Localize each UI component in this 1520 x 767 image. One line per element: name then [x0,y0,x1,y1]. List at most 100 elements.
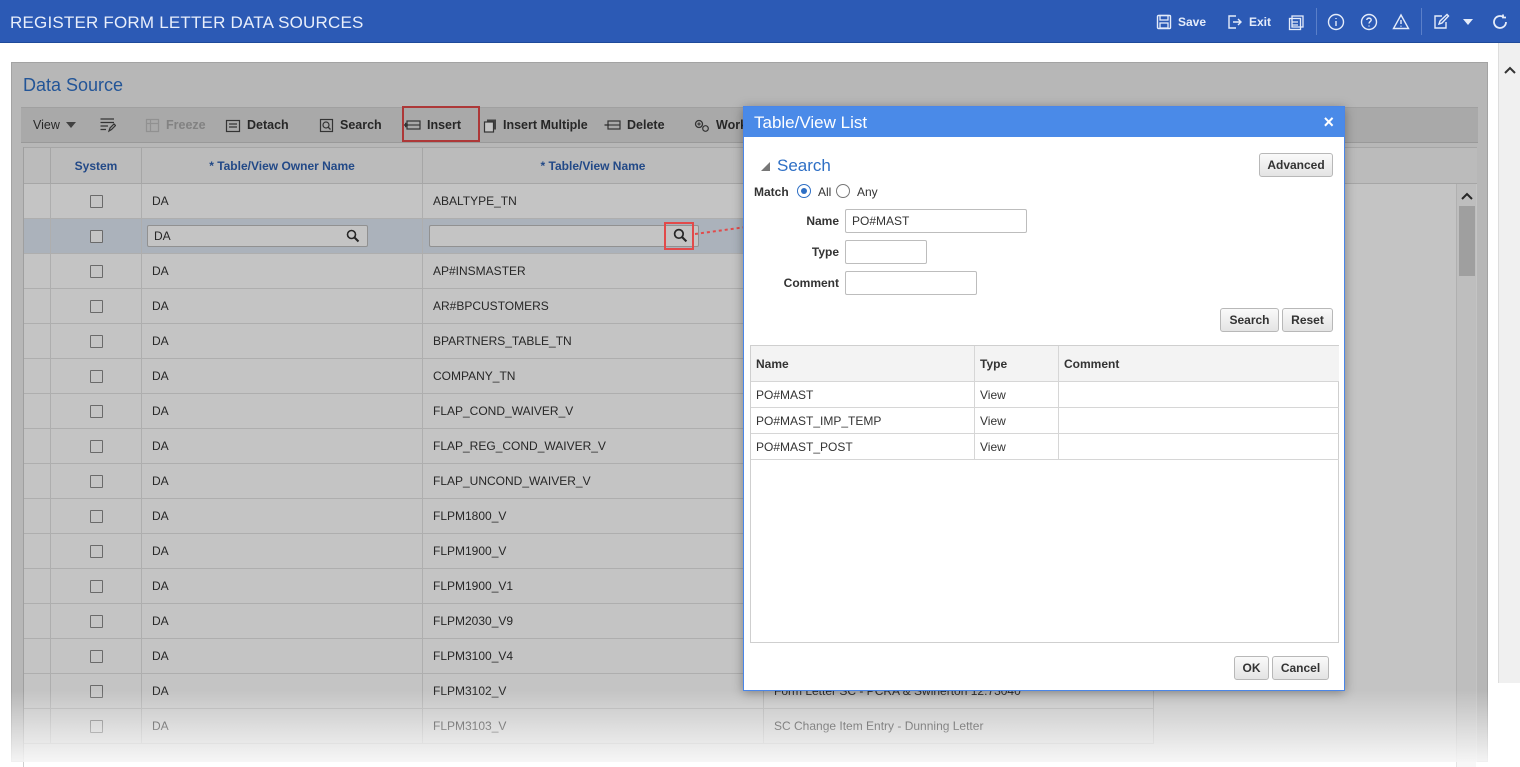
name-cell[interactable]: BPARTNERS_TABLE_TN [423,324,764,358]
detach-button[interactable]: Detach [225,108,289,142]
search-button[interactable]: Search [319,108,382,142]
results-header-name[interactable]: Name [751,346,975,382]
owner-cell[interactable]: DA [142,534,423,568]
scroll-up-icon[interactable] [1504,65,1516,75]
row-selector[interactable] [24,184,51,218]
system-checkbox[interactable] [89,334,103,348]
comment-cell[interactable]: SC Change Item Entry - Dunning Letter [764,709,1154,743]
column-header-owner[interactable]: * Table/View Owner Name [142,148,423,184]
row-selector[interactable] [24,394,51,428]
system-checkbox[interactable] [89,369,103,383]
owner-cell[interactable]: DA [142,639,423,673]
results-header-comment[interactable]: Comment [1059,346,1339,382]
owner-cell[interactable]: DA [142,289,423,323]
table-name-input[interactable] [429,225,699,247]
row-selector[interactable] [24,674,51,708]
search-section-toggle[interactable]: Search [760,156,831,176]
row-selector[interactable] [24,499,51,533]
owner-cell[interactable]: DA [142,499,423,533]
result-row[interactable]: PO#MAST View [751,382,1339,408]
owner-cell[interactable]: DA [142,254,423,288]
results-header-type[interactable]: Type [975,346,1059,382]
grid-scrollbar[interactable] [1456,184,1476,767]
owner-cell[interactable]: DA [142,604,423,638]
comment-field[interactable] [845,271,977,295]
system-checkbox[interactable] [89,229,103,243]
row-selector[interactable] [24,359,51,393]
name-cell[interactable]: FLAP_COND_WAIVER_V [423,394,764,428]
name-cell[interactable]: FLAP_REG_COND_WAIVER_V [423,429,764,463]
exit-button[interactable]: Exit [1227,12,1271,32]
system-checkbox[interactable] [89,614,103,628]
owner-cell[interactable]: DA [142,429,423,463]
system-checkbox[interactable] [89,684,103,698]
system-checkbox[interactable] [89,439,103,453]
warning-icon[interactable] [1391,12,1411,32]
insert-multiple-button[interactable]: Insert Multiple [483,108,588,142]
system-checkbox[interactable] [89,579,103,593]
result-row[interactable]: PO#MAST_POST View [751,434,1339,460]
freeze-button[interactable]: Freeze [145,108,206,142]
name-field[interactable]: PO#MAST [845,209,1027,233]
system-checkbox[interactable] [89,544,103,558]
ok-button[interactable]: OK [1234,656,1269,680]
name-cell[interactable]: FLPM1900_V1 [423,569,764,603]
owner-cell[interactable]: DA [142,569,423,603]
close-icon[interactable]: × [1323,112,1334,133]
row-selector[interactable] [24,254,51,288]
edit-icon[interactable] [1431,12,1451,32]
system-checkbox[interactable] [89,649,103,663]
row-selector[interactable] [24,569,51,603]
refresh-icon[interactable] [1490,12,1510,32]
cancel-button[interactable]: Cancel [1272,656,1329,680]
chevron-down-icon[interactable] [1458,12,1478,32]
delete-button[interactable]: Delete [604,108,665,142]
row-selector[interactable] [24,324,51,358]
save-button[interactable]: Save [1156,12,1206,32]
match-all-radio[interactable] [797,184,811,198]
name-cell[interactable]: FLPM1800_V [423,499,764,533]
row-selector[interactable] [24,289,51,323]
owner-cell[interactable]: DA [142,464,423,498]
row-selector[interactable] [24,534,51,568]
owner-cell[interactable]: DA [142,394,423,428]
format-button[interactable] [99,108,116,142]
view-menu[interactable]: View [33,108,76,142]
system-checkbox[interactable] [89,264,103,278]
reports-icon[interactable] [1286,12,1306,32]
name-cell[interactable]: AP#INSMASTER [423,254,764,288]
system-checkbox[interactable] [89,719,103,733]
column-header-system[interactable]: System [51,148,142,184]
page-scrollbar[interactable] [1498,43,1520,683]
workflow-button[interactable]: Work [693,108,747,142]
type-field[interactable] [845,240,927,264]
name-cell[interactable]: AR#BPCUSTOMERS [423,289,764,323]
name-cell[interactable]: FLPM2030_V9 [423,604,764,638]
name-cell[interactable]: FLPM3102_V [423,674,764,708]
reset-button[interactable]: Reset [1282,308,1333,332]
grid-row[interactable]: DA FLPM3103_V SC Change Item Entry - Dunni… [24,709,1154,744]
search-button[interactable]: Search [1220,308,1279,332]
system-checkbox[interactable] [89,474,103,488]
info-icon[interactable] [1326,12,1346,32]
name-cell[interactable]: COMPANY_TN [423,359,764,393]
owner-cell[interactable]: DA [142,359,423,393]
row-selector[interactable] [24,639,51,673]
row-selector[interactable] [24,429,51,463]
system-checkbox[interactable] [89,194,103,208]
row-selector[interactable] [24,604,51,638]
scroll-up-icon[interactable] [1461,191,1473,201]
name-cell[interactable]: FLAP_UNCOND_WAIVER_V [423,464,764,498]
owner-cell[interactable]: DA [142,324,423,358]
row-selector[interactable] [24,709,51,743]
name-cell[interactable]: FLPM3103_V [423,709,764,743]
owner-cell[interactable]: DA [142,184,423,218]
scroll-thumb[interactable] [1459,206,1475,276]
result-row[interactable]: PO#MAST_IMP_TEMP View [751,408,1339,434]
system-checkbox[interactable] [89,509,103,523]
owner-cell[interactable]: DA [142,709,423,743]
row-selector[interactable] [24,464,51,498]
name-cell[interactable]: ABALTYPE_TN [423,184,764,218]
owner-input[interactable]: DA [147,225,368,247]
system-checkbox[interactable] [89,404,103,418]
